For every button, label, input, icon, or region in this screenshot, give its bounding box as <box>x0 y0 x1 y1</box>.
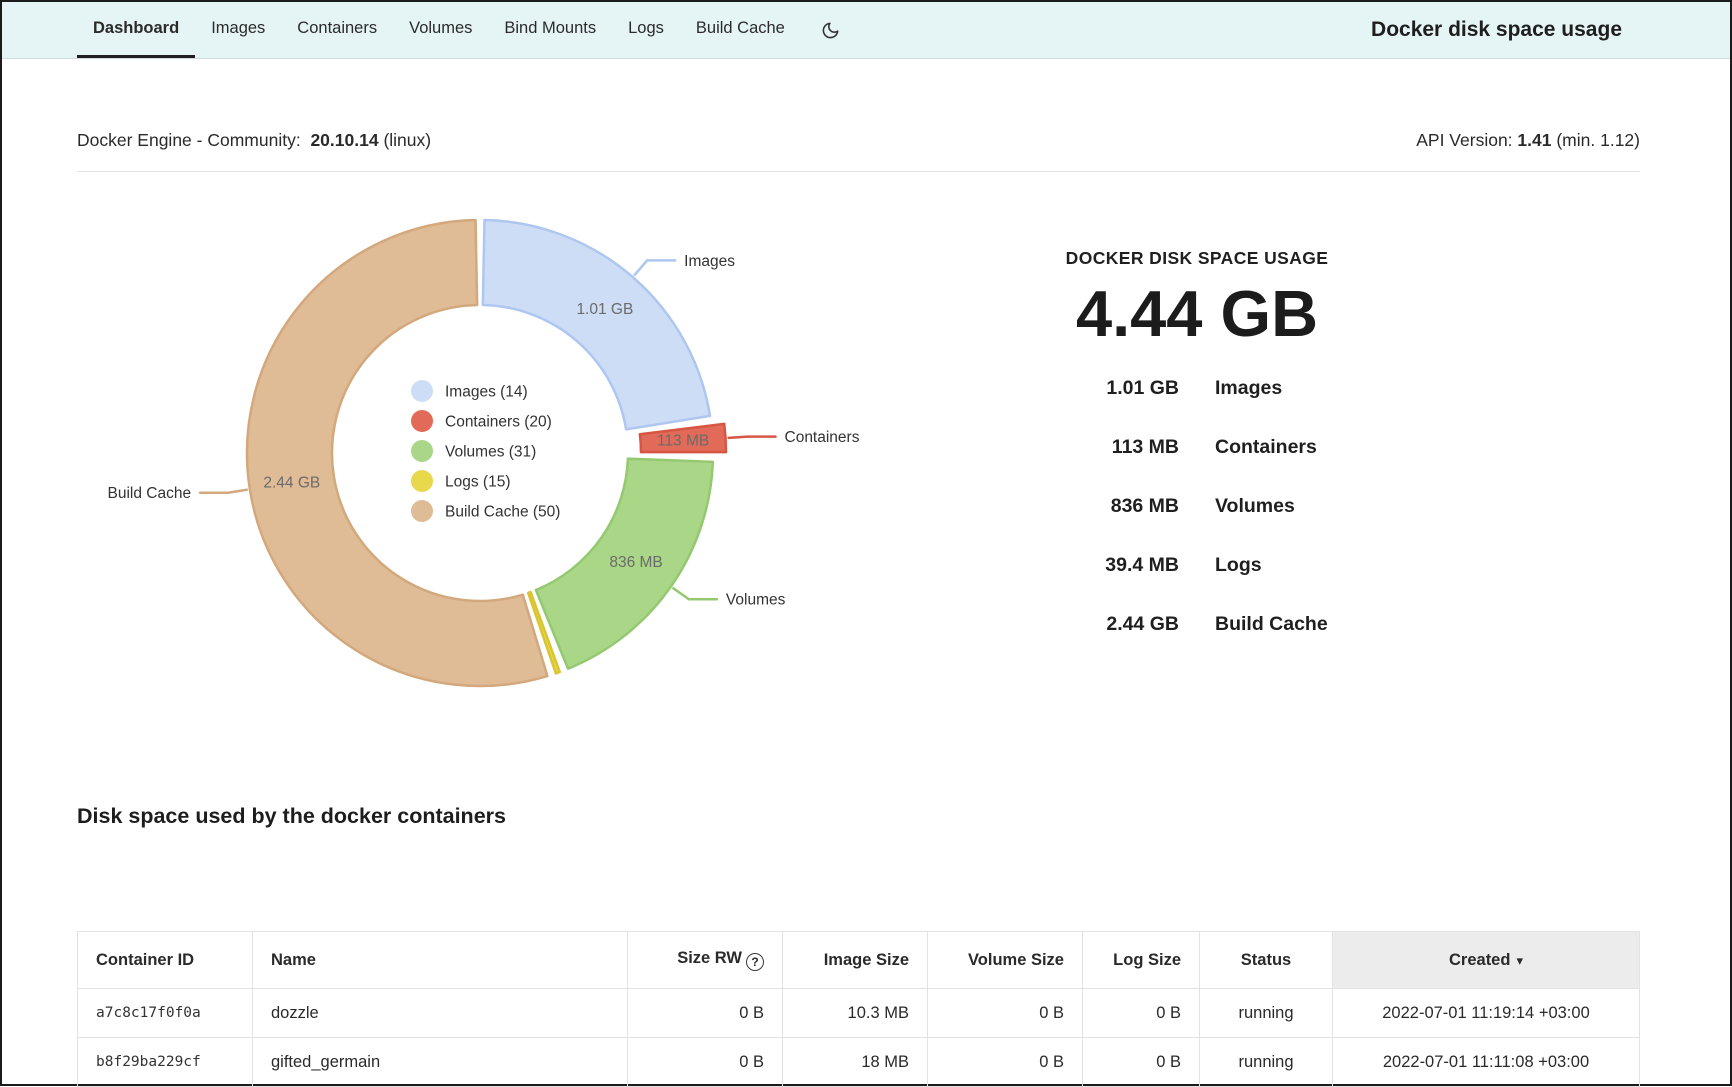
disk-usage-chart-section: 1.01 GB Images 113 MB Containers 836 MB Volum… <box>77 172 1640 772</box>
legend-item-containers: Containers (20) <box>411 410 552 432</box>
cell-name: gifted_germain <box>253 1038 628 1087</box>
cell-status: running <box>1200 1038 1333 1087</box>
callout-line-images <box>635 260 675 274</box>
summary-value-images: 1.01 GB <box>962 377 1179 400</box>
api-version-number: 1.41 <box>1517 130 1551 150</box>
column-header-container-id[interactable]: Container ID <box>78 932 253 989</box>
table-row: a7c8c17f0f0a dozzle 0 B 10.3 MB 0 B 0 B … <box>78 989 1640 1038</box>
legend-item-volumes: Volumes (31) <box>411 440 536 462</box>
summary-value-containers: 113 MB <box>962 436 1179 459</box>
moon-icon <box>821 21 840 40</box>
cell-log-size: 0 B <box>1083 1038 1200 1087</box>
legend-swatch-containers <box>411 410 433 432</box>
callout-label-containers: Containers <box>785 429 860 446</box>
containers-table: Container ID Name Size RW? Image Size Vo… <box>77 931 1640 1087</box>
top-navigation-bar: Dashboard Images Containers Volumes Bind… <box>2 2 1730 59</box>
sort-desc-icon: ▾ <box>1516 953 1523 968</box>
donut-chart: 1.01 GB Images 113 MB Containers 836 MB Volum… <box>77 172 957 772</box>
legend-item-logs: Logs (15) <box>411 470 510 492</box>
cell-log-size: 0 B <box>1083 989 1200 1038</box>
column-header-log-size[interactable]: Log Size <box>1083 932 1200 989</box>
cell-created: 2022-07-01 11:11:08 +03:00 <box>1333 1038 1640 1087</box>
total-disk-usage: 4.44 GB <box>962 275 1432 353</box>
cell-container-id: a7c8c17f0f0a <box>78 989 253 1038</box>
column-header-volume-size[interactable]: Volume Size <box>928 932 1083 989</box>
cell-volume-size: 0 B <box>928 1038 1083 1087</box>
engine-version-number: 20.10.14 <box>310 130 378 150</box>
summary-label-build-cache: Build Cache <box>1215 613 1432 636</box>
tab-logs[interactable]: Logs <box>612 2 680 58</box>
cell-size-rw: 0 B <box>628 1038 783 1087</box>
slice-value-label-images: 1.01 GB <box>576 301 633 318</box>
main-content: Docker Engine - Community: 20.10.14 (lin… <box>2 59 1730 1087</box>
cell-volume-size: 0 B <box>928 989 1083 1038</box>
legend-label-containers: Containers (20) <box>445 414 552 431</box>
tab-bind-mounts[interactable]: Bind Mounts <box>488 2 612 58</box>
cell-name: dozzle <box>253 989 628 1038</box>
legend-label-build-cache: Build Cache (50) <box>445 504 560 521</box>
callout-label-build-cache: Build Cache <box>108 485 192 502</box>
legend-item-build-cache: Build Cache (50) <box>411 500 560 522</box>
cell-size-rw: 0 B <box>628 989 783 1038</box>
summary-label-volumes: Volumes <box>1215 495 1432 518</box>
cell-image-size: 18 MB <box>783 1038 928 1087</box>
table-header-row: Container ID Name Size RW? Image Size Vo… <box>78 932 1640 989</box>
column-header-name[interactable]: Name <box>253 932 628 989</box>
summary-value-volumes: 836 MB <box>962 495 1179 518</box>
column-header-size-rw[interactable]: Size RW? <box>628 932 783 989</box>
legend-label-volumes: Volumes (31) <box>445 444 536 461</box>
containers-table-heading: Disk space used by the docker containers <box>77 804 1640 829</box>
slice-value-label-containers: 113 MB <box>657 433 709 450</box>
legend-item-images: Images (14) <box>411 380 528 402</box>
docker-disk-usage-page: { "topbar": { "title": "Docker disk spac… <box>0 0 1732 1086</box>
nav-tabs: Dashboard Images Containers Volumes Bind… <box>77 2 801 58</box>
legend-swatch-logs <box>411 470 433 492</box>
page-title: Docker disk space usage <box>1371 2 1730 58</box>
api-version-text: API Version: 1.41 (min. 1.12) <box>1416 129 1640 151</box>
tab-build-cache[interactable]: Build Cache <box>680 2 801 58</box>
callout-line-volumes <box>673 588 717 599</box>
column-header-image-size[interactable]: Image Size <box>783 932 928 989</box>
legend-swatch-volumes <box>411 440 433 462</box>
cell-container-id: b8f29ba229cf <box>78 1038 253 1087</box>
engine-info-row: Docker Engine - Community: 20.10.14 (lin… <box>77 59 1640 172</box>
dark-mode-toggle[interactable] <box>815 2 846 58</box>
summary-value-logs: 39.4 MB <box>962 554 1179 577</box>
legend-swatch-images <box>411 380 433 402</box>
callout-label-images: Images <box>684 253 735 270</box>
help-icon[interactable]: ? <box>746 953 764 971</box>
legend-label-images: Images (14) <box>445 384 528 401</box>
disk-usage-summary-panel: DOCKER DISK SPACE USAGE 4.44 GB 1.01 GB … <box>962 248 1432 654</box>
cell-created: 2022-07-01 11:19:14 +03:00 <box>1333 989 1640 1038</box>
callout-line-build-cache <box>200 490 247 493</box>
legend-swatch-build-cache <box>411 500 433 522</box>
tab-volumes[interactable]: Volumes <box>393 2 488 58</box>
tab-images[interactable]: Images <box>195 2 281 58</box>
engine-platform: (linux) <box>383 130 431 150</box>
tab-containers[interactable]: Containers <box>281 2 393 58</box>
column-header-status[interactable]: Status <box>1200 932 1333 989</box>
slice-value-label-build-cache: 2.44 GB <box>263 475 320 492</box>
callout-line-containers <box>729 437 776 438</box>
summary-heading: DOCKER DISK SPACE USAGE <box>962 248 1432 269</box>
summary-value-build-cache: 2.44 GB <box>962 613 1179 636</box>
engine-version-text: Docker Engine - Community: 20.10.14 (lin… <box>77 129 431 151</box>
api-min-version: (min. 1.12) <box>1556 130 1640 150</box>
table-row: b8f29ba229cf gifted_germain 0 B 18 MB 0 … <box>78 1038 1640 1087</box>
cell-status: running <box>1200 989 1333 1038</box>
cell-image-size: 10.3 MB <box>783 989 928 1038</box>
summary-label-images: Images <box>1215 377 1432 400</box>
summary-label-containers: Containers <box>1215 436 1432 459</box>
legend-label-logs: Logs (15) <box>445 474 510 491</box>
summary-rows: 1.01 GB Images 113 MB Containers 836 MB … <box>962 359 1432 654</box>
column-header-created[interactable]: Created▾ <box>1333 932 1640 989</box>
slice-value-label-volumes: 836 MB <box>609 554 662 571</box>
callout-label-volumes: Volumes <box>726 592 786 609</box>
summary-label-logs: Logs <box>1215 554 1432 577</box>
tab-dashboard[interactable]: Dashboard <box>77 2 195 58</box>
